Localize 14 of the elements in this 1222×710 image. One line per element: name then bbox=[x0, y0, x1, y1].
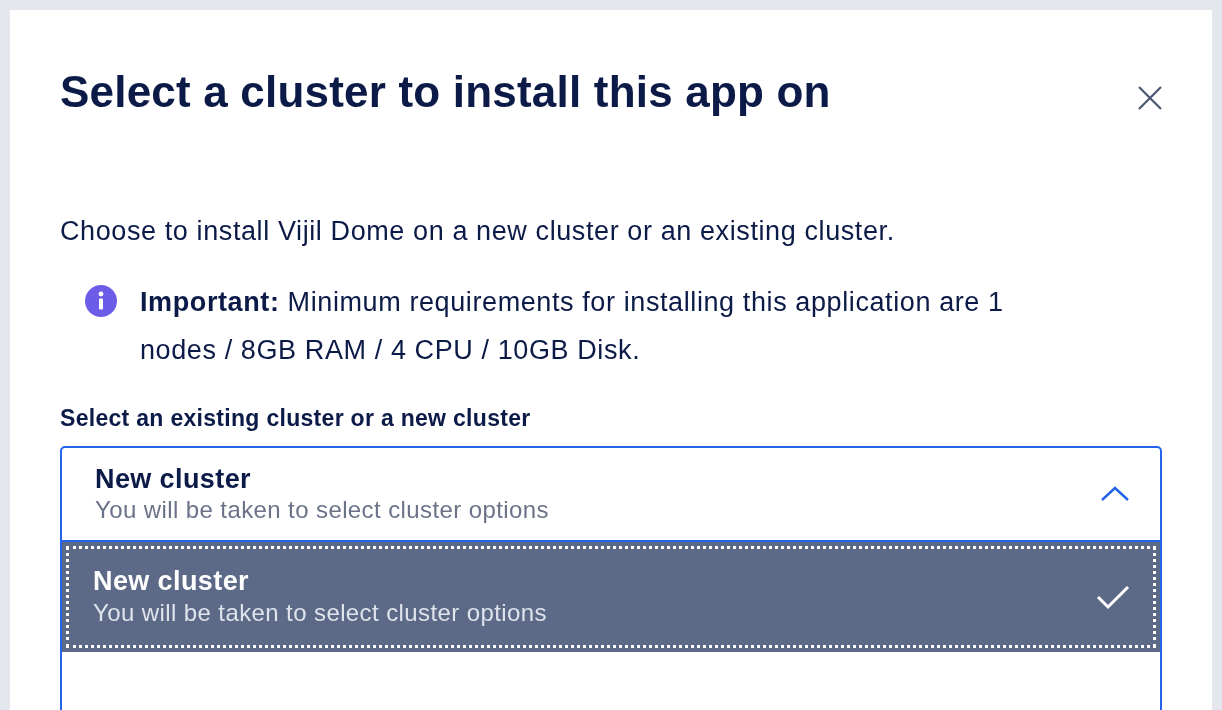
field-label: Select an existing cluster or a new cluster bbox=[60, 404, 532, 432]
option-item[interactable]: New cluster You will be taken to select cluster options bbox=[62, 542, 1160, 652]
chevron-up-icon bbox=[1100, 486, 1130, 502]
description-text: Choose to install Vijil Dome on a new cluster or an existing cluster. bbox=[60, 215, 896, 248]
notice-text: Important: Minimum requirements for installing this application are 1 nodes / 8GB RAM / 4 CPU / 10GB Disk. bbox=[140, 286, 1005, 367]
cluster-select[interactable]: New cluster You will be taken to select cluster options bbox=[60, 446, 1162, 542]
select-value-title: New cluster bbox=[95, 463, 252, 495]
option-subtitle: You will be taken to select cluster options bbox=[93, 598, 547, 628]
check-icon bbox=[1096, 584, 1130, 610]
dialog-title: Select a cluster to install this app on bbox=[60, 68, 831, 117]
info-icon bbox=[84, 284, 118, 318]
option-title: New cluster bbox=[93, 565, 250, 597]
close-icon bbox=[1137, 85, 1163, 111]
select-value-subtitle: You will be taken to select cluster options bbox=[95, 495, 549, 525]
